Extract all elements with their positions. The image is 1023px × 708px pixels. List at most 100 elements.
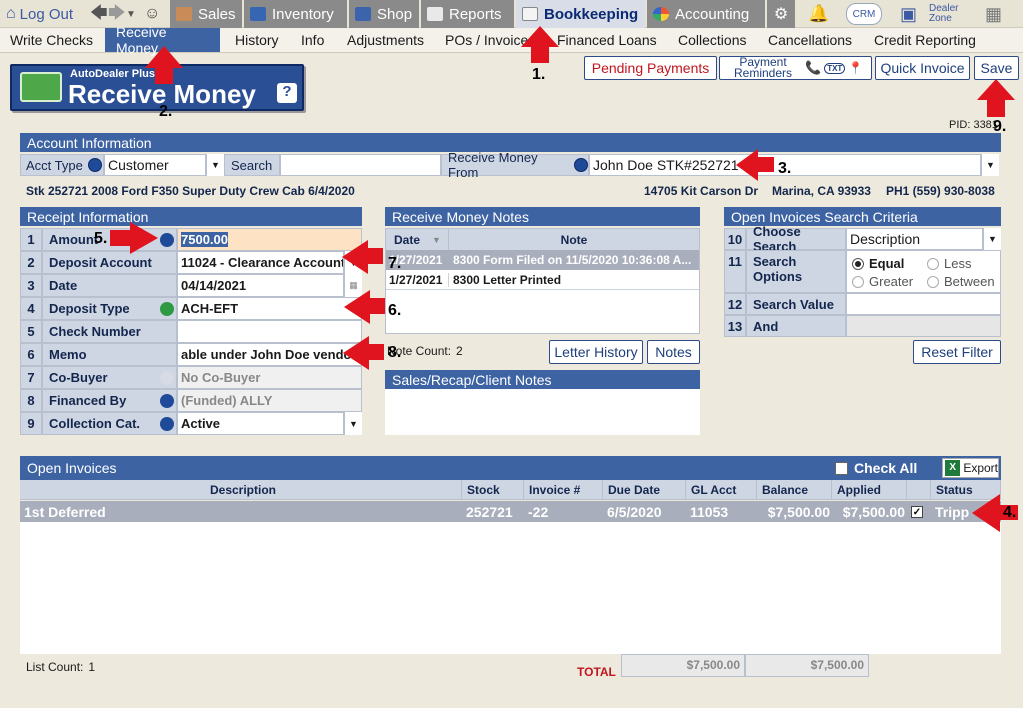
receipt-field-label: Collection Cat. <box>42 412 177 435</box>
gear-icon[interactable]: ⚙ <box>767 0 795 28</box>
search-value-input[interactable] <box>846 293 1001 315</box>
search-options-row: 11 Search Options Equal Less Greater Bet… <box>724 250 1001 293</box>
export-button[interactable]: X Export <box>942 458 999 478</box>
and-value-input[interactable] <box>846 315 1001 337</box>
radio-greater[interactable]: Greater <box>852 274 913 289</box>
col-status[interactable]: Status <box>931 480 1001 500</box>
pid-label: PID: 3381 <box>949 119 998 131</box>
cell-applied: $7,500.00 <box>842 503 905 520</box>
reset-filter-button[interactable]: Reset Filter <box>913 340 1001 364</box>
id-card-icon[interactable]: ▣ <box>900 0 917 28</box>
calendar-icon[interactable]: ▦ <box>344 274 362 297</box>
lookup-icon[interactable] <box>160 417 174 431</box>
chevron-down-icon[interactable]: ▼ <box>983 228 1001 250</box>
wrench-icon <box>355 7 371 21</box>
map-pin-icon: 📍 <box>848 61 864 75</box>
car-icon <box>250 7 266 21</box>
lookup-disabled-icon[interactable] <box>160 371 174 385</box>
co-buyer-field[interactable]: No Co-Buyer <box>177 366 362 389</box>
note-row[interactable]: 1/27/2021 8300 Letter Printed <box>386 270 699 290</box>
calculator-icon[interactable]: ▦ <box>985 0 1002 28</box>
tab-history[interactable]: History <box>235 28 279 52</box>
tab-write-checks[interactable]: Write Checks <box>10 28 93 52</box>
tab-financed-loans[interactable]: Financed Loans <box>557 28 657 52</box>
notes-table: Date ▼ Note 1/27/2021 8300 Form Filed on 1… <box>385 228 700 334</box>
crm-button[interactable]: CRM <box>846 3 882 25</box>
search-options-label: Search Options <box>746 250 846 293</box>
note-row[interactable]: 1/27/2021 8300 Form Filed on 11/5/2020 10… <box>386 250 699 270</box>
recap-notes-area[interactable] <box>385 389 700 435</box>
check-all[interactable]: Check All <box>835 460 917 476</box>
acct-type-select[interactable]: Customer <box>104 154 206 176</box>
tab-bookkeeping[interactable]: Bookkeeping <box>516 0 645 28</box>
cell-stock: 252721 <box>466 503 513 520</box>
col-invoice[interactable]: Invoice # <box>524 480 603 500</box>
and-label: And <box>746 315 846 337</box>
col-due-date[interactable]: Due Date <box>603 480 686 500</box>
pending-payments-button[interactable]: Pending Payments <box>584 56 717 80</box>
check-number-input[interactable] <box>177 320 362 343</box>
logout-link[interactable]: ⌂ Log Out <box>6 0 73 28</box>
lookup-icon[interactable] <box>574 158 588 172</box>
notes-button[interactable]: Notes <box>647 340 700 364</box>
tab-credit-reporting[interactable]: Credit Reporting <box>874 28 976 52</box>
col-balance[interactable]: Balance <box>757 480 832 500</box>
col-applied[interactable]: Applied <box>832 480 907 500</box>
notes-note-header[interactable]: Note <box>449 229 699 250</box>
save-button[interactable]: Save <box>974 56 1019 80</box>
tab-shop[interactable]: Shop <box>349 0 419 28</box>
chevron-down-icon[interactable]: ▼ <box>981 154 999 176</box>
tab-collections[interactable]: Collections <box>678 28 746 52</box>
tab-cancellations[interactable]: Cancellations <box>768 28 852 52</box>
row-checkbox[interactable]: ✓ <box>907 501 931 522</box>
receipt-row: 7 Co-Buyer No Co-Buyer <box>20 366 362 389</box>
receipt-row: 8 Financed By (Funded) ALLY <box>20 389 362 412</box>
radio-between[interactable]: Between <box>927 274 995 289</box>
sub-navigation: Write Checks Receive Money History Info … <box>0 24 1023 56</box>
deposit-type-select[interactable]: ACH-EFT <box>177 297 362 320</box>
col-gl-acct[interactable]: GL Acct <box>686 480 757 500</box>
radio-less[interactable]: Less <box>927 256 971 271</box>
receipt-field-label: Memo <box>42 343 177 366</box>
collection-category-select[interactable]: Active <box>177 412 344 435</box>
financed-by-field[interactable]: (Funded) ALLY <box>177 389 362 412</box>
tab-accounting[interactable]: Accounting <box>647 0 765 28</box>
back-icon[interactable]: 🡄 <box>90 0 108 28</box>
chevron-down-icon[interactable]: ▼ <box>206 154 224 176</box>
payment-reminders-button[interactable]: Payment Reminders 📞 TXT 📍 <box>719 56 872 80</box>
row-number: 8 <box>20 389 42 412</box>
tab-receive-money[interactable]: Receive Money <box>105 24 220 56</box>
deposit-account-select[interactable]: 11024 - Clearance Account <box>177 251 344 274</box>
dealer-zone-link[interactable]: Dealer Zone <box>929 0 969 28</box>
dollar-icon[interactable] <box>160 302 174 316</box>
tab-inventory[interactable]: Inventory <box>244 0 347 28</box>
search-input[interactable] <box>280 154 441 176</box>
help-icon[interactable]: ? <box>277 83 297 103</box>
letter-history-button[interactable]: Letter History <box>549 340 643 364</box>
tab-adjustments[interactable]: Adjustments <box>347 28 424 52</box>
receipt-field-label: Financed By <box>42 389 177 412</box>
radio-equal[interactable]: Equal <box>852 256 904 271</box>
memo-input[interactable]: able under John Doe vendor <box>177 343 362 366</box>
tab-info[interactable]: Info <box>301 28 324 52</box>
tab-reports[interactable]: Reports <box>421 0 514 28</box>
amount-input[interactable]: 7500.00 <box>177 228 362 251</box>
col-stock[interactable]: Stock <box>462 480 524 500</box>
quick-invoice-button[interactable]: Quick Invoice <box>875 56 970 80</box>
annotation-arrow-9 <box>977 79 1015 117</box>
chevron-down-icon[interactable]: ▼ <box>344 251 362 274</box>
table-row[interactable]: 1st Deferred 252721 -22 6/5/2020 11053 $7,500… <box>20 501 1001 522</box>
phone-icon: 📞 <box>805 60 822 75</box>
chevron-down-icon[interactable]: ▼ <box>344 412 362 435</box>
date-input[interactable]: 04/14/2021 <box>177 274 344 297</box>
lookup-icon[interactable] <box>160 233 174 247</box>
lookup-icon[interactable] <box>160 394 174 408</box>
col-check[interactable] <box>907 480 931 500</box>
col-description[interactable]: Description <box>20 480 462 500</box>
choose-search-select[interactable]: Description <box>846 228 983 250</box>
search-value-label: Search Value <box>746 293 846 315</box>
notes-date-header[interactable]: Date ▼ <box>386 229 449 250</box>
tab-pos-invoices[interactable]: POs / Invoices <box>445 28 535 52</box>
bell-icon[interactable]: 🔔 <box>808 0 829 28</box>
lookup-icon[interactable] <box>87 158 102 172</box>
